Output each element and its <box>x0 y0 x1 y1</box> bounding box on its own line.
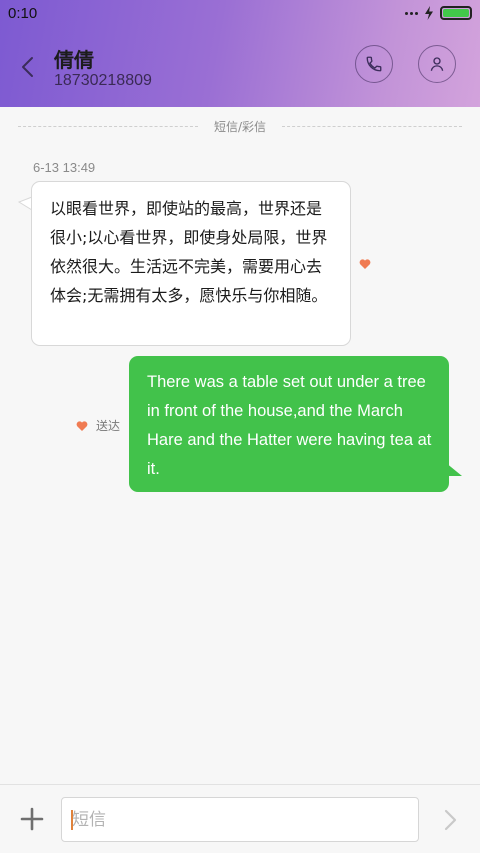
sms-mms-divider: 短信/彩信 <box>18 118 462 136</box>
heart-icon <box>359 259 371 269</box>
heart-icon <box>76 420 88 431</box>
status-icons <box>405 6 472 20</box>
delivery-status: 送达 <box>76 417 120 434</box>
status-time: 0:10 <box>8 5 38 22</box>
status-bar: 0:10 <box>0 0 480 28</box>
attach-plus-button[interactable] <box>20 807 44 831</box>
outgoing-bubble-tail <box>440 458 462 476</box>
phone-icon <box>366 56 382 72</box>
contact-number: 18730218809 <box>54 72 152 89</box>
incoming-message-text: 以眼看世界，即使站的最高，世界还是很小;以心看世界，即使身处局限，世界依然很大。… <box>50 199 328 305</box>
incoming-message-bubble[interactable]: 以眼看世界，即使站的最高，世界还是很小;以心看世界，即使身处局限，世界依然很大。… <box>31 181 351 346</box>
contact-profile-button[interactable] <box>418 45 456 83</box>
sms-conversation-screen: 0:10 倩倩 18730218809 短信/彩信 6-13 13:49 以眼看… <box>0 0 480 853</box>
signal-icon <box>405 11 418 15</box>
send-button[interactable] <box>438 807 462 833</box>
battery-icon <box>440 6 472 20</box>
person-icon <box>430 57 444 71</box>
message-input[interactable] <box>61 797 419 842</box>
back-button[interactable] <box>16 54 42 80</box>
contact-name: 倩倩 <box>54 48 94 72</box>
call-button[interactable] <box>355 45 393 83</box>
delivery-status-label: 送达 <box>96 419 121 433</box>
composer-bar <box>0 784 480 853</box>
outgoing-message-text: There was a table set out under a tree i… <box>147 373 432 478</box>
conversation-header: 0:10 倩倩 18730218809 <box>0 0 480 107</box>
text-caret <box>71 810 73 830</box>
message-timestamp: 6-13 13:49 <box>33 160 96 175</box>
charging-icon <box>425 6 433 20</box>
outgoing-message-bubble[interactable]: There was a table set out under a tree i… <box>129 356 449 492</box>
